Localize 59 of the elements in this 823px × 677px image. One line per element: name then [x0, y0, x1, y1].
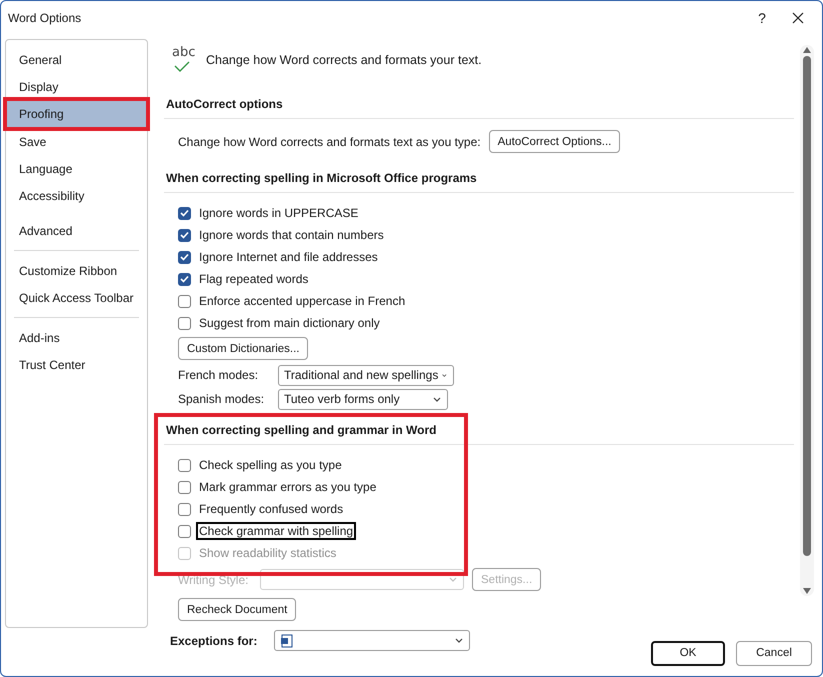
sidebar-item[interactable]: Advanced: [6, 217, 147, 244]
sidebar-item[interactable]: General: [6, 46, 147, 73]
dropdown-label: French modes:: [178, 368, 260, 382]
autocorrect-options-button[interactable]: AutoCorrect Options...: [488, 130, 620, 153]
checkbox-label[interactable]: Ignore Internet and file addresses: [196, 248, 381, 266]
sidebar-item[interactable]: Display: [6, 73, 147, 100]
sidebar-item[interactable]: Add-ins: [6, 324, 147, 351]
checkbox[interactable]: [178, 502, 191, 516]
close-icon: [792, 12, 804, 24]
section-title: AutoCorrect options: [164, 85, 794, 119]
scroll-up-icon[interactable]: [803, 47, 811, 53]
page-description: Change how Word corrects and formats your text.: [206, 53, 482, 67]
checkbox[interactable]: [178, 228, 191, 242]
checkbox-label[interactable]: Flag repeated words: [196, 270, 312, 288]
checkbox-label[interactable]: Check grammar with spelling: [196, 522, 356, 540]
help-button[interactable]: ?: [744, 4, 780, 32]
checkbox[interactable]: [178, 480, 191, 494]
scrollbar[interactable]: [800, 45, 814, 596]
checkbox-label[interactable]: Ignore words that contain numbers: [196, 226, 387, 244]
checkbox-label[interactable]: Suggest from main dictionary only: [196, 314, 383, 332]
checkbox[interactable]: [178, 272, 191, 286]
checkbox[interactable]: [178, 250, 191, 264]
checkbox[interactable]: [178, 458, 191, 472]
dropdown-label: Spanish modes:: [178, 392, 266, 406]
checkbox[interactable]: [178, 524, 191, 538]
checkbox-label[interactable]: Enforce accented uppercase in French: [196, 292, 408, 310]
sidebar-item[interactable]: Trust Center: [6, 351, 147, 378]
chevron-down-icon: [449, 577, 457, 582]
document-icon: [280, 634, 294, 648]
dropdown-label: Exceptions for:: [170, 634, 258, 648]
chevron-down-icon: [455, 638, 463, 643]
chevron-down-icon: [433, 396, 441, 402]
dialog-button[interactable]: Cancel: [736, 640, 812, 666]
dropdown-label: Writing Style:: [178, 572, 250, 586]
checkbox-label[interactable]: Mark grammar errors as you type: [196, 478, 380, 496]
sidebar-item[interactable]: Quick Access Toolbar: [6, 284, 147, 311]
option-label: Change how Word corrects and formats text as you type:: [178, 134, 481, 148]
sidebar-item[interactable]: Language: [6, 155, 147, 182]
checkbox[interactable]: [178, 294, 191, 308]
window-title: Word Options: [8, 11, 82, 25]
dialog-button[interactable]: Custom Dictionaries...: [178, 337, 308, 360]
dropdown[interactable]: Traditional and new spellings: [278, 364, 454, 386]
sidebar-item[interactable]: Accessibility: [6, 182, 147, 209]
sidebar-item[interactable]: Proofing: [6, 100, 147, 128]
checkbox[interactable]: [178, 316, 191, 330]
section-title: When correcting spelling in Microsoft Office programs: [164, 159, 794, 193]
checkbox-label[interactable]: Ignore words in UPPERCASE: [196, 204, 362, 222]
dialog-button[interactable]: OK: [651, 640, 725, 666]
sidebar-item[interactable]: Save: [6, 128, 147, 155]
checkbox-label[interactable]: Frequently confused words: [196, 500, 346, 518]
checkbox[interactable]: [178, 206, 191, 220]
checkbox-label[interactable]: Check spelling as you type: [196, 456, 345, 474]
chevron-down-icon: [442, 372, 447, 378]
section-title: When correcting spelling and grammar in Word: [164, 411, 794, 445]
scroll-down-icon[interactable]: [803, 588, 811, 594]
dropdown[interactable]: [274, 630, 470, 651]
dropdown[interactable]: Tuteo verb forms only: [278, 388, 448, 410]
dialog-button[interactable]: Recheck Document: [178, 598, 296, 621]
sidebar-item[interactable]: Customize Ribbon: [6, 257, 147, 284]
